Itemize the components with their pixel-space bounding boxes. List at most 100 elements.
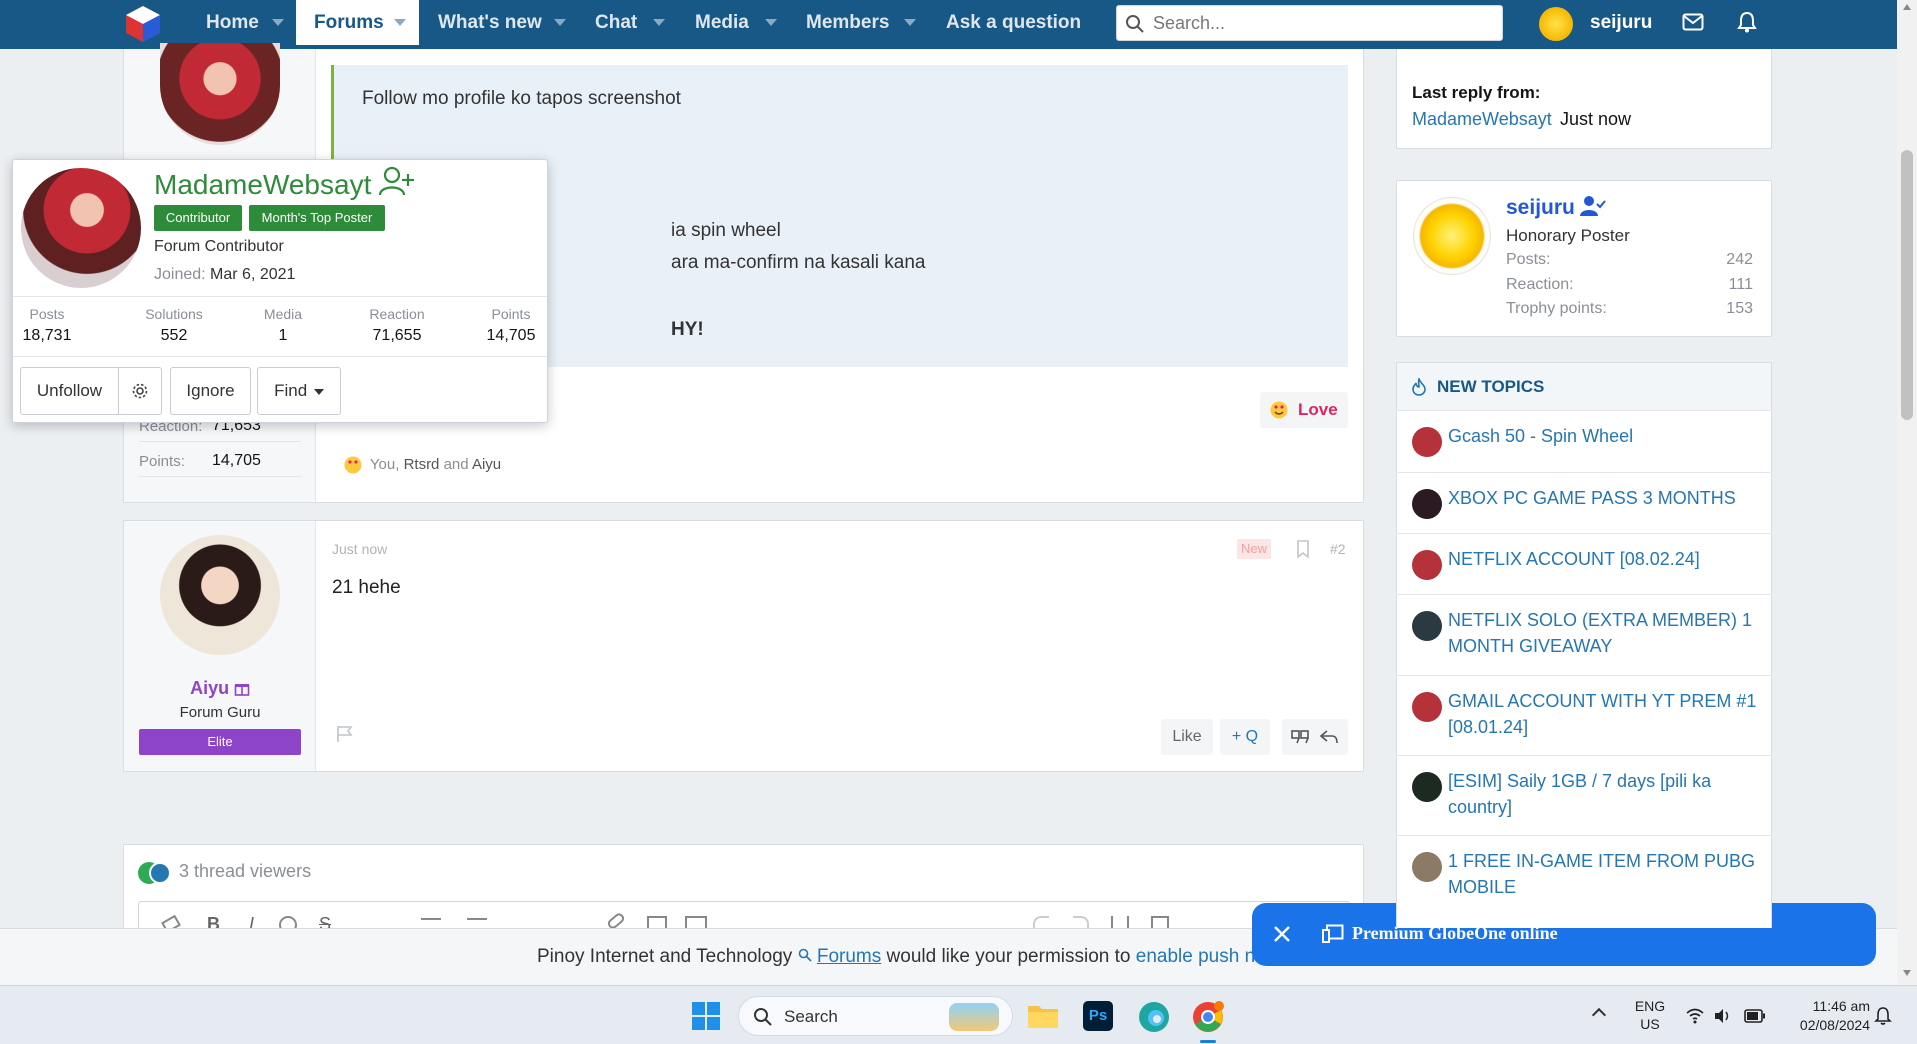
topic-item[interactable]: [ESIM] Saily 1GB / 7 days [pili ka count… bbox=[1396, 755, 1772, 835]
new-badge: New bbox=[1237, 539, 1272, 559]
topic-title[interactable]: GMAIL ACCOUNT WITH YT PREM #1 [08.01.24] bbox=[1448, 688, 1766, 740]
stat-label: Solutions bbox=[145, 306, 203, 322]
topic-item[interactable]: Gcash 50 - Spin Wheel bbox=[1396, 410, 1772, 472]
username-text: Aiyu bbox=[190, 678, 230, 698]
chevron-down-icon[interactable] bbox=[904, 19, 916, 26]
scrollbar[interactable] bbox=[1897, 0, 1917, 985]
last-reply-user[interactable]: MadameWebsayt bbox=[1412, 109, 1552, 130]
scroll-down-arrow[interactable] bbox=[1903, 970, 1911, 976]
love-reaction-button[interactable]: Love bbox=[1260, 392, 1348, 428]
chevron-down-icon[interactable] bbox=[272, 19, 284, 26]
thread-viewers-link[interactable]: 3 thread viewers bbox=[179, 861, 311, 882]
search-highlight-image bbox=[949, 1003, 999, 1031]
stat-label: Trophy points: bbox=[1506, 300, 1607, 317]
enable-push-link[interactable]: enable push not bbox=[1136, 946, 1271, 967]
topic-title[interactable]: NETFLIX ACCOUNT [08.02.24] bbox=[1448, 546, 1766, 572]
post-username[interactable]: Aiyu bbox=[124, 678, 316, 699]
last-reply-time: Just now bbox=[1560, 109, 1632, 129]
topic-title[interactable]: [ESIM] Saily 1GB / 7 days [pili ka count… bbox=[1448, 768, 1766, 820]
member-name[interactable]: MadameWebsayt bbox=[154, 166, 416, 201]
notification-bell-icon[interactable] bbox=[1874, 1006, 1892, 1026]
viewers-avatars[interactable] bbox=[138, 862, 172, 884]
reply-icon[interactable] bbox=[1320, 729, 1338, 745]
divider bbox=[139, 441, 301, 442]
tray-chevron-up-icon[interactable] bbox=[1591, 1007, 1607, 1023]
stat-solutions: Solutions 552 bbox=[129, 306, 219, 345]
unfollow-button[interactable]: Unfollow bbox=[20, 367, 119, 415]
chevron-down-icon[interactable] bbox=[554, 19, 566, 26]
topic-item[interactable]: GMAIL ACCOUNT WITH YT PREM #1 [08.01.24] bbox=[1396, 675, 1772, 755]
topic-item[interactable]: NETFLIX SOLO (EXTRA MEMBER) 1 MONTH GIVE… bbox=[1396, 594, 1772, 675]
quote-plus-button[interactable]: + Q bbox=[1220, 719, 1270, 755]
active-app-indicator bbox=[1200, 1040, 1216, 1043]
like-button[interactable]: Like bbox=[1161, 719, 1213, 755]
flag-icon[interactable] bbox=[336, 725, 354, 743]
nav-chat[interactable]: Chat bbox=[585, 0, 669, 49]
reactions-bar[interactable]: You, Rtsrd and Aiyu bbox=[344, 456, 501, 478]
language-indicator[interactable]: ENG US bbox=[1632, 997, 1668, 1033]
mail-icon[interactable] bbox=[1682, 13, 1704, 31]
fire-icon bbox=[1411, 378, 1427, 396]
ignore-button[interactable]: Ignore bbox=[170, 367, 251, 415]
topic-title[interactable]: 1 FREE IN-GAME ITEM FROM PUBG MOBILE bbox=[1448, 848, 1766, 900]
edge-icon[interactable] bbox=[1138, 1001, 1170, 1033]
avatar[interactable] bbox=[21, 168, 141, 288]
chevron-down-icon[interactable] bbox=[394, 19, 406, 26]
quote-icon[interactable] bbox=[1291, 729, 1309, 745]
user-check-icon bbox=[1579, 195, 1606, 217]
volume-icon[interactable] bbox=[1714, 1008, 1732, 1024]
gift-icon bbox=[234, 680, 250, 696]
topic-item[interactable]: XBOX PC GAME PASS 3 MONTHS bbox=[1396, 472, 1772, 533]
topic-item[interactable]: 1 FREE IN-GAME ITEM FROM PUBG MOBILE bbox=[1396, 835, 1772, 928]
joined-value: Mar 6, 2021 bbox=[210, 266, 296, 283]
nav-username: seijuru bbox=[1590, 12, 1653, 33]
chevron-down-icon[interactable] bbox=[765, 19, 777, 26]
topic-title[interactable]: NETFLIX SOLO (EXTRA MEMBER) 1 MONTH GIVE… bbox=[1448, 607, 1766, 659]
heart-eyes-emoji-icon bbox=[1270, 401, 1288, 419]
post-text: ia spin wheel bbox=[671, 220, 781, 241]
profile-name[interactable]: seijuru bbox=[1506, 195, 1606, 220]
forums-link[interactable]: Forums bbox=[817, 946, 881, 967]
user-menu[interactable]: seijuru bbox=[1538, 5, 1658, 43]
nav-ask-question[interactable]: Ask a question bbox=[936, 0, 1086, 49]
file-explorer-icon[interactable] bbox=[1027, 1003, 1059, 1029]
avatar[interactable] bbox=[1413, 197, 1491, 275]
topic-title[interactable]: Gcash 50 - Spin Wheel bbox=[1448, 423, 1766, 449]
search-input[interactable]: Search... bbox=[1116, 5, 1503, 41]
bookmark-icon[interactable] bbox=[1296, 540, 1310, 558]
nav-media[interactable]: Media bbox=[685, 0, 785, 49]
nav-whats-new[interactable]: What's new bbox=[428, 0, 568, 49]
topic-item[interactable]: NETFLIX ACCOUNT [08.02.24] bbox=[1396, 533, 1772, 594]
chevron-down-icon[interactable] bbox=[653, 19, 665, 26]
scrollbar-thumb[interactable] bbox=[1901, 150, 1913, 420]
stat-value: 18,731 bbox=[22, 327, 72, 344]
close-icon[interactable] bbox=[1273, 925, 1291, 943]
photoshop-icon[interactable]: Ps bbox=[1083, 1001, 1113, 1031]
quote-reply-group[interactable] bbox=[1282, 719, 1348, 755]
scroll-up-arrow[interactable] bbox=[1903, 4, 1911, 10]
nav-forums[interactable]: Forums bbox=[296, 0, 419, 49]
find-button[interactable]: Find bbox=[257, 367, 341, 415]
topic-title[interactable]: XBOX PC GAME PASS 3 MONTHS bbox=[1448, 485, 1766, 511]
avatar[interactable] bbox=[160, 535, 280, 655]
battery-icon[interactable] bbox=[1744, 1009, 1766, 1023]
nav-home[interactable]: Home bbox=[196, 0, 294, 49]
bell-icon[interactable] bbox=[1737, 11, 1757, 33]
post-time[interactable]: Just now bbox=[332, 541, 387, 557]
clock-date: 02/08/2024 bbox=[1799, 1017, 1870, 1033]
add-user-icon[interactable] bbox=[378, 166, 416, 196]
post-number[interactable]: #2 bbox=[1330, 541, 1346, 557]
reactor-link[interactable]: Aiyu bbox=[472, 456, 501, 473]
settings-button[interactable] bbox=[118, 367, 162, 415]
stat-posts: Posts 18,731 bbox=[15, 306, 79, 345]
site-logo[interactable] bbox=[122, 3, 164, 45]
avatar bbox=[1412, 692, 1442, 722]
windows-start-icon[interactable] bbox=[692, 1002, 720, 1030]
reactor-link[interactable]: Rtsrd bbox=[404, 456, 440, 473]
avatar bbox=[1412, 427, 1442, 457]
nav-members[interactable]: Members bbox=[796, 0, 926, 49]
wifi-icon[interactable] bbox=[1686, 1008, 1704, 1024]
clock[interactable]: 11:46 am 02/08/2024 bbox=[1780, 997, 1870, 1035]
chrome-icon[interactable] bbox=[1192, 1001, 1224, 1033]
taskbar-search[interactable]: Search bbox=[738, 996, 1013, 1036]
